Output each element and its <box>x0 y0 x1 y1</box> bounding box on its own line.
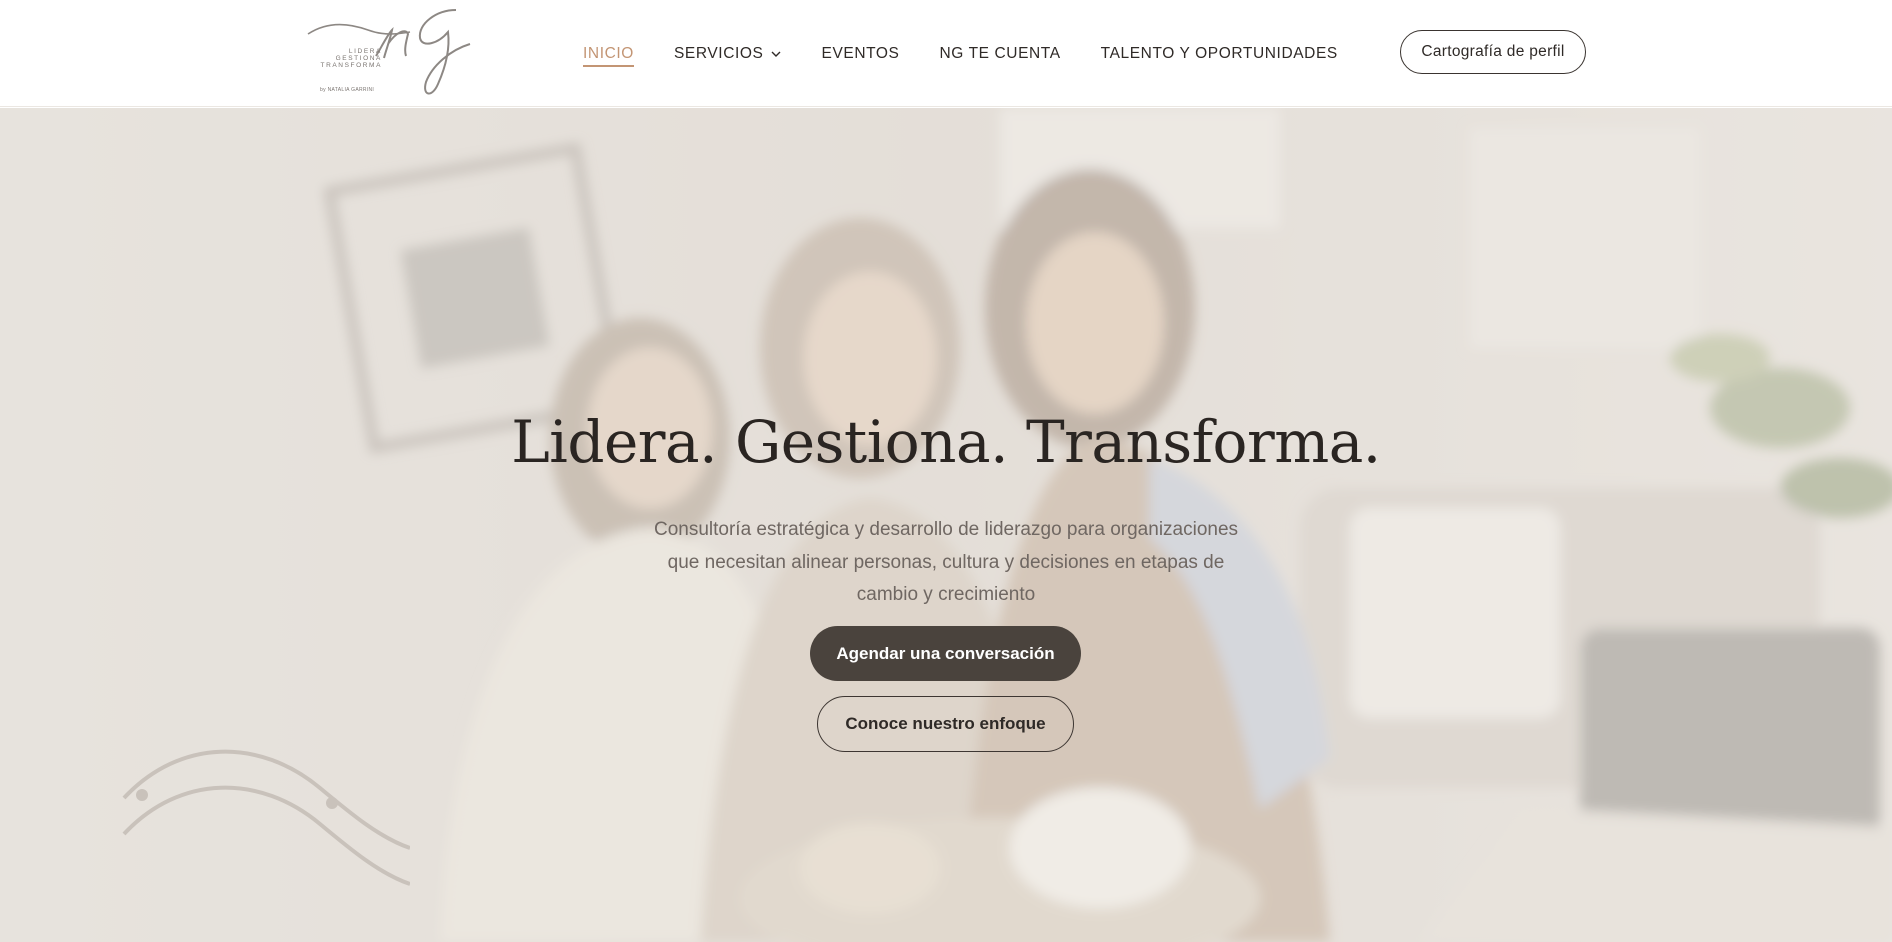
hero-subtitle: Consultoría estratégica y desarrollo de … <box>653 519 1239 605</box>
cartografia-button[interactable]: Cartografía de perfil <box>1400 30 1586 74</box>
nav-item-talento[interactable]: TALENTO Y OPORTUNIDADES <box>1101 0 1338 107</box>
logo-byline: by NATALIA GARRINI <box>320 87 375 93</box>
schedule-conversation-button[interactable]: Agendar una conversación <box>810 626 1081 681</box>
hero-title: Lidera. Gestiona. Transforma. <box>511 408 1381 476</box>
logo-text-line3: TRANSFORMA <box>320 62 382 69</box>
nav-item-eventos[interactable]: EVENTOS <box>822 0 900 107</box>
logo-text-line1: LIDERA <box>348 48 382 55</box>
decorative-waves-icon <box>122 749 410 886</box>
logo-text-line2: GESTIONA <box>335 55 382 62</box>
our-approach-button[interactable]: Conoce nuestro enfoque <box>817 696 1074 752</box>
site-header: LIDERA GESTIONA TRANSFORMA by NATALIA GA… <box>0 0 1892 107</box>
nav-item-servicios-label: SERVICIOS <box>673 44 764 62</box>
nav-item-inicio[interactable]: INICIO <box>583 0 634 107</box>
brand-logo[interactable]: LIDERA GESTIONA TRANSFORMA by NATALIA GA… <box>306 4 472 100</box>
nav-item-ng-te-cuenta[interactable]: NG TE CUENTA <box>940 0 1061 107</box>
main-nav: INICIO SERVICIOS EVENTOS NG TE CUENTA TA… <box>583 0 1338 107</box>
nav-item-servicios[interactable]: SERVICIOS <box>674 0 782 107</box>
chevron-down-icon <box>771 51 780 57</box>
hero-section: Lidera. Gestiona. Transforma. Consultorí… <box>0 108 1892 942</box>
